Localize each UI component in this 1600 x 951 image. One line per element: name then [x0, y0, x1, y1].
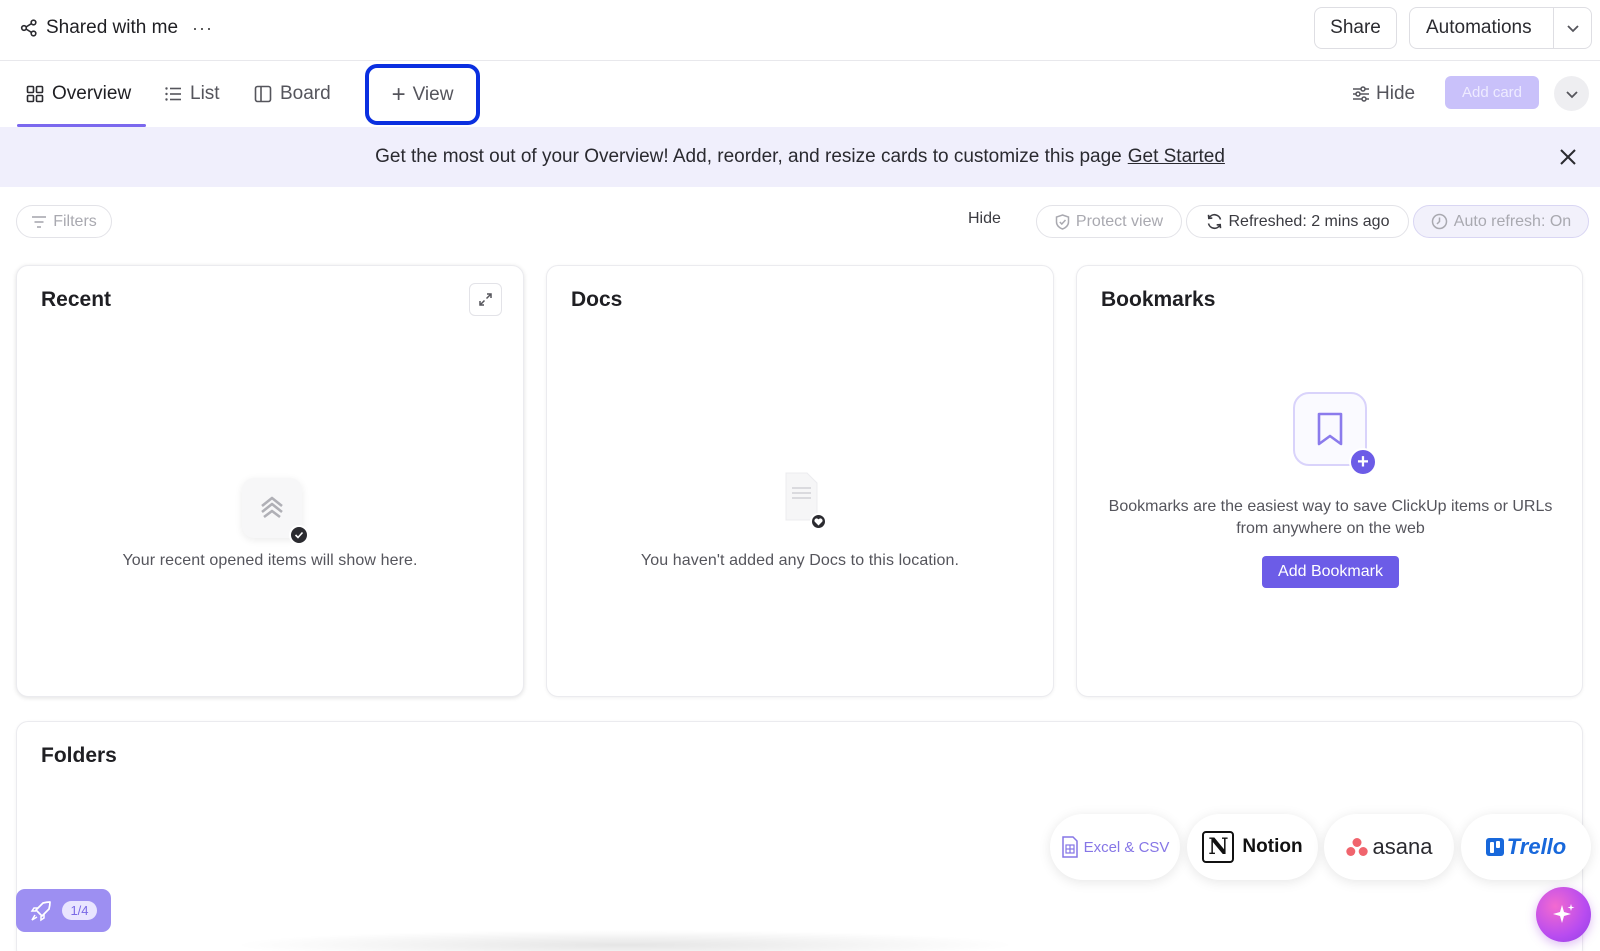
hide-label: Hide [1376, 83, 1416, 104]
protect-view-button[interactable]: Protect view [1036, 205, 1182, 238]
more-options-button[interactable]: ··· [192, 18, 213, 39]
hide-cards-button[interactable]: Hide [1352, 79, 1415, 109]
import-notion-label: Notion [1242, 836, 1303, 857]
overview-grid-icon [26, 85, 44, 103]
expand-card-button[interactable] [469, 283, 502, 316]
asana-logo-icon [1345, 838, 1368, 856]
tab-overview[interactable]: Overview [17, 61, 146, 127]
add-bookmark-button[interactable]: Add Bookmark [1262, 556, 1399, 588]
more-view-options-button[interactable] [1554, 76, 1589, 111]
view-tabs-bar: Overview List Board + View Hide Add card [0, 61, 1600, 127]
breadcrumb: Shared with me ··· [20, 14, 213, 42]
expand-icon [479, 293, 492, 306]
sparkle-icon [1552, 903, 1574, 923]
recent-empty-text: Your recent opened items will show here. [122, 552, 418, 569]
top-header: Shared with me ··· Share Automations [0, 0, 1600, 61]
card-title: Docs [571, 288, 623, 311]
sliders-icon [1353, 86, 1369, 102]
card-title: Folders [41, 744, 117, 767]
board-icon [254, 85, 272, 103]
refresh-button[interactable]: Refreshed: 2 mins ago [1186, 205, 1409, 238]
plus-icon: + [1349, 448, 1377, 476]
share-icon [20, 19, 37, 37]
automations-label: Automations [1426, 17, 1532, 38]
filters-button[interactable]: Filters [16, 205, 112, 238]
onboarding-checklist-button[interactable]: 1/4 [16, 889, 111, 932]
hide-button[interactable]: Hide [968, 210, 1001, 228]
trello-logo-icon [1485, 838, 1504, 856]
docs-empty-text: You haven't added any Docs to this locat… [640, 552, 960, 569]
import-asana-button[interactable]: asana [1324, 814, 1454, 880]
card-title: Bookmarks [1101, 288, 1216, 311]
add-view-label: View [412, 83, 454, 105]
import-excel-label: Excel & CSV [1083, 838, 1170, 856]
protect-view-label: Protect view [1075, 212, 1164, 230]
tab-label: Board [280, 83, 331, 104]
import-notion-button[interactable]: N Notion [1187, 814, 1318, 880]
import-excel-button[interactable]: Excel & CSV [1050, 814, 1180, 880]
refresh-icon [1207, 213, 1221, 230]
add-card-button[interactable]: Add card [1445, 76, 1539, 109]
tab-list[interactable]: List [164, 61, 220, 127]
card-title: Recent [41, 288, 112, 311]
share-button[interactable]: Share [1314, 7, 1397, 49]
import-trello-label: Trello [1506, 834, 1567, 859]
get-started-link[interactable]: Get Started [1128, 146, 1225, 168]
heart-icon [810, 513, 827, 530]
check-icon [289, 525, 309, 545]
spreadsheet-icon [1061, 836, 1078, 858]
bookmarks-card: Bookmarks + Bookmarks are the easiest wa… [1076, 265, 1583, 697]
chevron-down-icon [1567, 25, 1579, 33]
notion-logo-icon: N [1202, 831, 1235, 863]
bookmarks-description: Bookmarks are the easiest way to save Cl… [1108, 498, 1553, 537]
chevron-down-icon [1565, 90, 1578, 98]
import-asana-label: asana [1372, 834, 1433, 859]
tab-label: Overview [52, 83, 132, 104]
page-title: Shared with me [46, 17, 179, 38]
filter-icon [32, 215, 47, 228]
banner-text: Get the most out of your Overview! Add, … [375, 146, 1122, 167]
shield-icon [1055, 213, 1070, 230]
plus-icon: + [391, 80, 406, 108]
add-view-button[interactable]: + View [365, 64, 480, 125]
filters-label: Filters [53, 212, 97, 230]
automations-button[interactable]: Automations [1409, 7, 1592, 49]
auto-refresh-toggle[interactable]: Auto refresh: On [1413, 205, 1589, 238]
automations-dropdown-toggle[interactable] [1554, 21, 1591, 35]
customize-banner: Get the most out of your Overview! Add, … [0, 127, 1600, 187]
tab-board[interactable]: Board [254, 61, 331, 127]
ai-assistant-button[interactable] [1536, 887, 1591, 942]
onboarding-progress: 1/4 [62, 901, 97, 920]
import-trello-button[interactable]: Trello [1461, 814, 1591, 880]
recent-card: Recent Your recent opened items will sho… [16, 265, 524, 697]
docs-card: Docs You haven't added any Docs to this … [546, 265, 1054, 697]
clock-icon [1431, 213, 1448, 230]
rocket-icon [31, 900, 52, 921]
close-icon[interactable] [1556, 145, 1580, 169]
refreshed-label: Refreshed: 2 mins ago [1228, 212, 1390, 230]
tab-label: List [190, 83, 220, 104]
auto-refresh-label: Auto refresh: On [1453, 212, 1572, 230]
list-icon [165, 87, 181, 101]
